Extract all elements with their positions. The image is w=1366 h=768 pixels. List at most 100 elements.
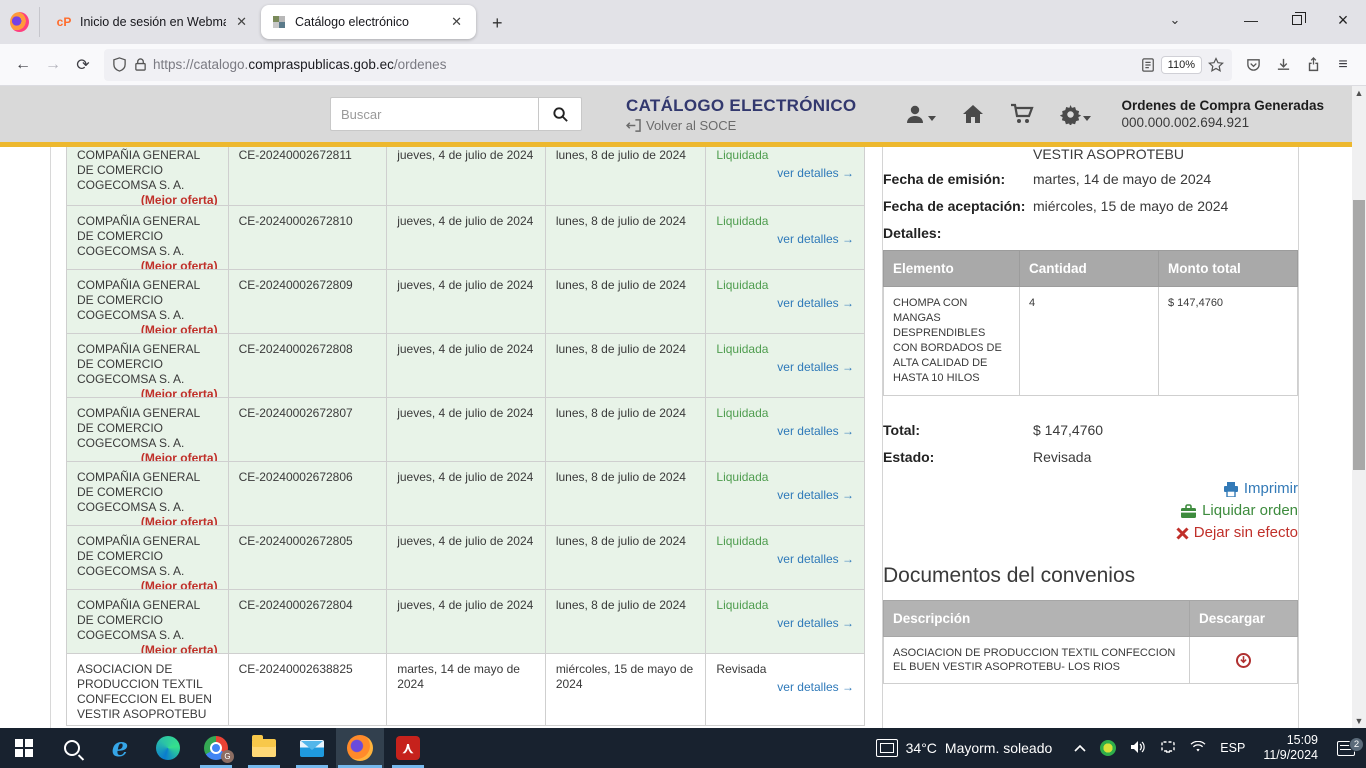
forward-icon[interactable]: → xyxy=(38,50,68,80)
shield-icon[interactable] xyxy=(112,57,127,72)
weather-widget[interactable]: 34°C Mayorm. soleado xyxy=(864,739,1065,757)
acceptance-date-row: Fecha de aceptación: miércoles, 15 de ma… xyxy=(883,196,1298,217)
tab-title: Inicio de sesión en Webmail xyxy=(80,15,226,29)
tab-close-icon[interactable]: ✕ xyxy=(232,12,251,32)
tab-catalogo[interactable]: Catálogo electrónico ✕ xyxy=(261,5,476,39)
order-row[interactable]: COMPAÑIA GENERAL DE COMERCIO COGECOMSA S… xyxy=(67,147,864,206)
col-cantidad: Cantidad xyxy=(1020,251,1159,287)
wifi-icon[interactable] xyxy=(1190,741,1206,756)
close-button[interactable]: × xyxy=(1320,0,1366,40)
order-row[interactable]: COMPAÑIA GENERAL DE COMERCIO COGECOMSA S… xyxy=(67,206,864,270)
home-icon xyxy=(962,104,984,124)
cpanel-icon: cP xyxy=(56,14,72,30)
menu-hamburger-icon[interactable]: ≡ xyxy=(1328,50,1358,80)
view-details-link[interactable]: ver detalles → xyxy=(716,488,854,503)
taskbar-search-button[interactable] xyxy=(48,728,96,768)
volume-icon[interactable] xyxy=(1130,740,1146,757)
scroll-down-icon[interactable]: ▼ xyxy=(1352,714,1366,728)
issue-date: martes, 14 de mayo de 2024 xyxy=(387,654,546,725)
total-label: Total: xyxy=(883,420,1033,441)
lock-icon[interactable] xyxy=(134,57,147,72)
scroll-up-icon[interactable]: ▲ xyxy=(1352,86,1366,100)
minimize-button[interactable]: — xyxy=(1228,0,1274,40)
search-button[interactable] xyxy=(538,97,582,131)
tab-webmail[interactable]: cP Inicio de sesión en Webmail ✕ xyxy=(46,5,261,39)
page-scrollbar[interactable]: ▲ ▼ xyxy=(1352,86,1366,728)
taskbar-edge-button[interactable] xyxy=(144,728,192,768)
search-input[interactable] xyxy=(330,97,538,131)
share-icon[interactable] xyxy=(1298,50,1328,80)
reload-icon[interactable]: ⟳ xyxy=(68,50,98,80)
bookmark-star-icon[interactable] xyxy=(1208,57,1224,73)
liquidate-order-link[interactable]: Liquidar orden xyxy=(883,500,1298,522)
windows-logo-icon xyxy=(15,739,33,757)
start-button[interactable] xyxy=(0,728,48,768)
total-value: $ 147,4760 xyxy=(1033,420,1298,441)
downloads-icon[interactable] xyxy=(1268,50,1298,80)
order-row[interactable]: COMPAÑIA GENERAL DE COMERCIO COGECOMSA S… xyxy=(67,398,864,462)
taskbar-ie-button[interactable]: e xyxy=(96,728,144,768)
view-details-link[interactable]: ver detalles → xyxy=(716,616,854,631)
best-offer-badge: (Mejor oferta) xyxy=(141,643,218,653)
taskbar-firefox-button[interactable] xyxy=(336,728,384,768)
status-badge: Liquidada xyxy=(716,470,768,484)
view-details-link[interactable]: ver detalles → xyxy=(716,552,854,567)
order-row[interactable]: ASOCIACION DE PRODUCCION TEXTIL CONFECCI… xyxy=(67,654,864,726)
orders-generated-label: Ordenes de Compra Generadas xyxy=(1121,98,1324,113)
hidden-icons-chevron-icon[interactable] xyxy=(1074,741,1086,755)
antivirus-tray-icon[interactable] xyxy=(1100,740,1116,756)
order-row[interactable]: COMPAÑIA GENERAL DE COMERCIO COGECOMSA S… xyxy=(67,590,864,654)
issue-date: jueves, 4 de julio de 2024 xyxy=(387,590,546,653)
chevron-down-icon xyxy=(928,116,936,121)
orders-info: Ordenes de Compra Generadas 000.000.002.… xyxy=(1121,98,1324,130)
order-number: CE-20240002672807 xyxy=(229,398,388,461)
order-row[interactable]: COMPAÑIA GENERAL DE COMERCIO COGECOMSA S… xyxy=(67,462,864,526)
url-bar[interactable]: https://catalogo.compraspublicas.gob.ec/… xyxy=(104,49,1232,81)
reader-view-icon[interactable] xyxy=(1141,58,1155,72)
cast-icon[interactable] xyxy=(1160,740,1176,757)
site-header: CATÁLOGO ELECTRÓNICO Volver al SOCE xyxy=(0,86,1352,142)
order-row[interactable]: COMPAÑIA GENERAL DE COMERCIO COGECOMSA S… xyxy=(67,526,864,590)
view-details-link[interactable]: ver detalles → xyxy=(716,232,854,247)
tab-close-icon[interactable]: ✕ xyxy=(447,12,466,32)
view-details-link[interactable]: ver detalles → xyxy=(716,680,854,695)
acceptance-date-value: miércoles, 15 de mayo de 2024 xyxy=(1033,196,1298,217)
list-all-tabs-icon[interactable]: ⌄ xyxy=(1152,0,1198,40)
view-details-link[interactable]: ver detalles → xyxy=(716,424,854,439)
order-items-table: Elemento Cantidad Monto total CHOMPA CON… xyxy=(883,250,1298,396)
new-tab-button[interactable]: + xyxy=(484,13,511,34)
system-tray: ESP xyxy=(1064,740,1255,757)
taskbar-explorer-button[interactable] xyxy=(240,728,288,768)
download-document-icon[interactable] xyxy=(1236,653,1251,668)
zoom-level-button[interactable]: 110% xyxy=(1161,56,1202,74)
print-link[interactable]: Imprimir xyxy=(883,478,1298,500)
view-details-link[interactable]: ver detalles → xyxy=(716,360,854,375)
order-row[interactable]: COMPAÑIA GENERAL DE COMERCIO COGECOMSA S… xyxy=(67,270,864,334)
back-to-soce-link[interactable]: Volver al SOCE xyxy=(626,118,856,133)
pocket-icon[interactable] xyxy=(1238,50,1268,80)
view-details-link[interactable]: ver detalles → xyxy=(716,166,854,181)
taskbar-acrobat-button[interactable]: ⋏ xyxy=(384,728,432,768)
user-menu-button[interactable] xyxy=(904,103,936,125)
best-offer-badge: (Mejor oferta) xyxy=(141,323,218,333)
home-button[interactable] xyxy=(962,104,984,124)
firefox-view-button[interactable] xyxy=(10,7,40,37)
item-element: CHOMPA CON MANGAS DESPRENDIBLES CON BORD… xyxy=(884,287,1020,396)
printer-icon xyxy=(1223,482,1239,497)
taskbar-chrome-button[interactable]: G xyxy=(192,728,240,768)
void-order-link[interactable]: Dejar sin efecto xyxy=(883,522,1298,544)
taskbar-mail-button[interactable] xyxy=(288,728,336,768)
provider-name: COMPAÑIA GENERAL DE COMERCIO COGECOMSA S… xyxy=(77,342,200,386)
taskbar-clock[interactable]: 15:09 11/9/2024 xyxy=(1255,733,1326,763)
language-indicator[interactable]: ESP xyxy=(1220,741,1245,755)
scrollbar-thumb[interactable] xyxy=(1353,200,1365,470)
action-center-button[interactable]: 2 xyxy=(1326,741,1366,756)
provider-name: COMPAÑIA GENERAL DE COMERCIO COGECOMSA S… xyxy=(77,148,200,192)
restore-button[interactable] xyxy=(1274,0,1320,40)
view-details-link[interactable]: ver detalles → xyxy=(716,296,854,311)
status-badge: Liquidada xyxy=(716,534,768,548)
settings-menu-button[interactable] xyxy=(1060,104,1091,125)
order-row[interactable]: COMPAÑIA GENERAL DE COMERCIO COGECOMSA S… xyxy=(67,334,864,398)
cart-button[interactable] xyxy=(1010,103,1034,125)
back-icon[interactable]: ← xyxy=(8,50,38,80)
